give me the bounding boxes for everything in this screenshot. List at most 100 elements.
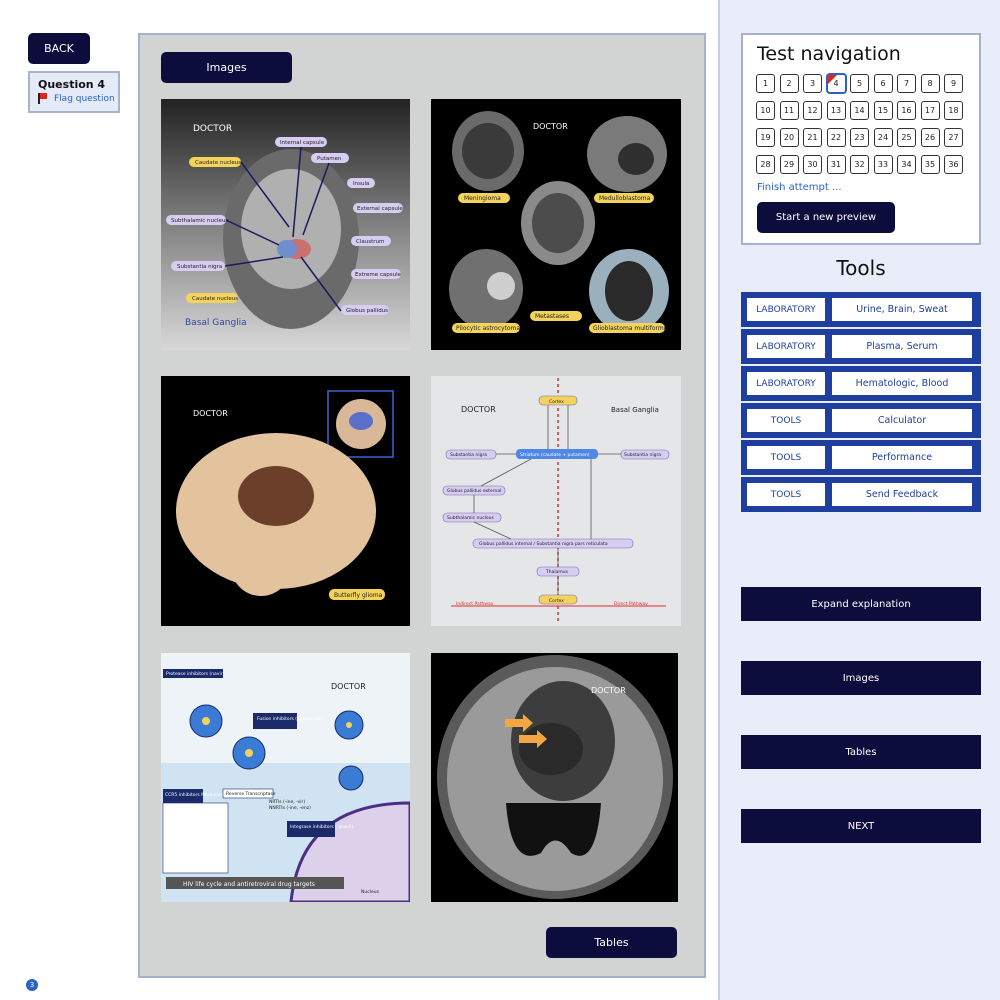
tool-category: LABORATORY [746, 297, 826, 322]
tool-category: TOOLS [746, 408, 826, 433]
tool-category: LABORATORY [746, 334, 826, 359]
tool-category: TOOLS [746, 445, 826, 470]
expand-explanation-button[interactable]: Expand explanation [741, 587, 981, 621]
back-button[interactable]: BACK [28, 33, 90, 64]
question-10-button[interactable]: 10 [756, 101, 775, 120]
question-15-button[interactable]: 15 [873, 101, 893, 120]
thumb2-label: Glioblastoma multiforme [593, 325, 668, 332]
question-30-button[interactable]: 30 [803, 155, 822, 174]
tables-button[interactable]: Tables [546, 927, 677, 958]
thumb3-brand: DOCTOR [193, 409, 228, 418]
tool-row[interactable]: TOOLS Performance [741, 440, 981, 475]
tool-row[interactable]: TOOLS Calculator [741, 403, 981, 438]
question-4-button[interactable]: 4 [826, 74, 846, 93]
question-22-button[interactable]: 22 [826, 128, 846, 147]
question-29-button[interactable]: 29 [779, 155, 799, 174]
image-axial-mri[interactable]: DOCTOR [431, 653, 678, 902]
question-12-button[interactable]: 12 [803, 101, 822, 120]
thumb6-brand: DOCTOR [591, 686, 626, 695]
question-36-button[interactable]: 36 [944, 155, 963, 174]
thumb4-label: Subthalamic nucleus [447, 515, 495, 521]
question-27-button[interactable]: 27 [944, 128, 963, 147]
thumb1-label: External capsule [357, 206, 403, 212]
question-32-button[interactable]: 32 [850, 155, 869, 174]
question-35-button[interactable]: 35 [920, 155, 940, 174]
question-34-button[interactable]: 34 [897, 155, 916, 174]
tool-row[interactable]: LABORATORY Plasma, Serum [741, 329, 981, 364]
thumb2-label: Meningioma [464, 195, 501, 202]
question-9-button[interactable]: 9 [944, 74, 963, 93]
thumb4-pathway: Indirect Pathway [456, 601, 494, 607]
image-basal-ganglia-anatomy[interactable]: DOCTOR Caudate nucleus Internal capsule … [161, 99, 410, 350]
tool-name: Calculator [831, 408, 973, 433]
thumb5-caption: HIV life cycle and antiretroviral drug t… [183, 881, 315, 888]
tool-category: LABORATORY [746, 371, 826, 396]
question-17-button[interactable]: 17 [920, 101, 940, 120]
question-8-button[interactable]: 8 [920, 74, 940, 93]
thumb1-label: Internal capsule [280, 140, 325, 146]
tools-title: Tools [836, 256, 886, 280]
image-brain-tumors[interactable]: DOCTOR Meningioma Medulloblastoma Metast… [431, 99, 681, 350]
tool-row[interactable]: TOOLS Send Feedback [741, 477, 981, 512]
thumb1-label: Caudate nucleus [192, 296, 238, 302]
start-preview-button[interactable]: Start a new preview [757, 202, 895, 233]
flag-icon [38, 93, 48, 104]
thumb5-box: Reverse Transcriptase [226, 791, 276, 797]
question-20-button[interactable]: 20 [779, 128, 799, 147]
finish-attempt-link[interactable]: Finish attempt ... [757, 182, 842, 193]
images-panel: Images DOCTOR Caudate nucleus Internal c… [138, 33, 706, 978]
thumb5-footer: Nucleus [361, 889, 380, 895]
question-33-button[interactable]: 33 [873, 155, 893, 174]
question-31-button[interactable]: 31 [826, 155, 846, 174]
question-23-button[interactable]: 23 [850, 128, 869, 147]
thumb5-header: Protease inhibitors (navir) [166, 671, 225, 677]
question-7-button[interactable]: 7 [897, 74, 916, 93]
thumb4-label: Striatum (caudate + putamen) [520, 452, 590, 458]
next-button[interactable]: NEXT [741, 809, 981, 843]
test-navigation: Test navigation 1 2 3 4 5 6 7 8 9 10 11 12 13 14 15 16 1… [741, 33, 981, 245]
question-card: Question 4 Flag question [28, 71, 120, 113]
thumb2-label: Medulloblastoma [599, 195, 651, 202]
thumb2-label: Pilocytic astrocytoma [456, 325, 520, 332]
question-19-button[interactable]: 19 [756, 128, 775, 147]
question-21-button[interactable]: 21 [803, 128, 822, 147]
thumb1-label: Caudate nucleus [195, 160, 241, 166]
images-tab[interactable]: Images [161, 52, 292, 83]
question-5-button[interactable]: 5 [850, 74, 869, 93]
thumb1-label: Globus pallidus [346, 308, 388, 314]
question-title: Question 4 [38, 78, 106, 91]
images-button[interactable]: Images [741, 661, 981, 695]
question-18-button[interactable]: 18 [944, 101, 963, 120]
image-hiv-life-cycle[interactable]: DOCTOR Protease inhibitors (navir) Fusio… [161, 653, 410, 902]
thumb1-label: Insula [353, 181, 369, 187]
thumb5-box: NRTIs (-ine, -vir) [269, 799, 305, 805]
tables-side-button[interactable]: Tables [741, 735, 981, 769]
question-3-button[interactable]: 3 [803, 74, 822, 93]
question-11-button[interactable]: 11 [779, 101, 799, 120]
thumb4-label: Globus pallidus external [447, 488, 501, 494]
tool-row[interactable]: LABORATORY Hematologic, Blood [741, 366, 981, 401]
thumb1-label: Subthalamic nucleus [171, 218, 228, 224]
image-butterfly-glioma[interactable]: DOCTOR Butterfly glioma [161, 376, 410, 626]
question-14-button[interactable]: 14 [850, 101, 869, 120]
thumb1-label: Extreme capsule [355, 272, 402, 278]
tool-row[interactable]: LABORATORY Urine, Brain, Sweat [741, 292, 981, 327]
question-25-button[interactable]: 25 [897, 128, 916, 147]
thumb4-title: Basal Ganglia [611, 406, 659, 414]
question-6-button[interactable]: 6 [873, 74, 893, 93]
question-1-button[interactable]: 1 [756, 74, 775, 93]
question-2-button[interactable]: 2 [779, 74, 799, 93]
question-24-button[interactable]: 24 [873, 128, 893, 147]
question-16-button[interactable]: 16 [897, 101, 916, 120]
flag-question-link[interactable]: Flag question [38, 93, 118, 104]
question-28-button[interactable]: 28 [756, 155, 775, 174]
image-basal-ganglia-pathways[interactable]: DOCTOR Basal Ganglia Cortex Substantia n… [431, 376, 681, 626]
tool-name: Plasma, Serum [831, 334, 973, 359]
thumb1-caption: Basal Ganglia [185, 318, 247, 328]
question-26-button[interactable]: 26 [920, 128, 940, 147]
tool-name: Urine, Brain, Sweat [831, 297, 973, 322]
question-13-button[interactable]: 13 [826, 101, 846, 120]
flag-question-label: Flag question [54, 93, 115, 104]
thumb4-pathway: Direct Pathway [614, 601, 648, 607]
thumb4-label: Globus pallidus internal / Substantia ni… [479, 541, 608, 547]
